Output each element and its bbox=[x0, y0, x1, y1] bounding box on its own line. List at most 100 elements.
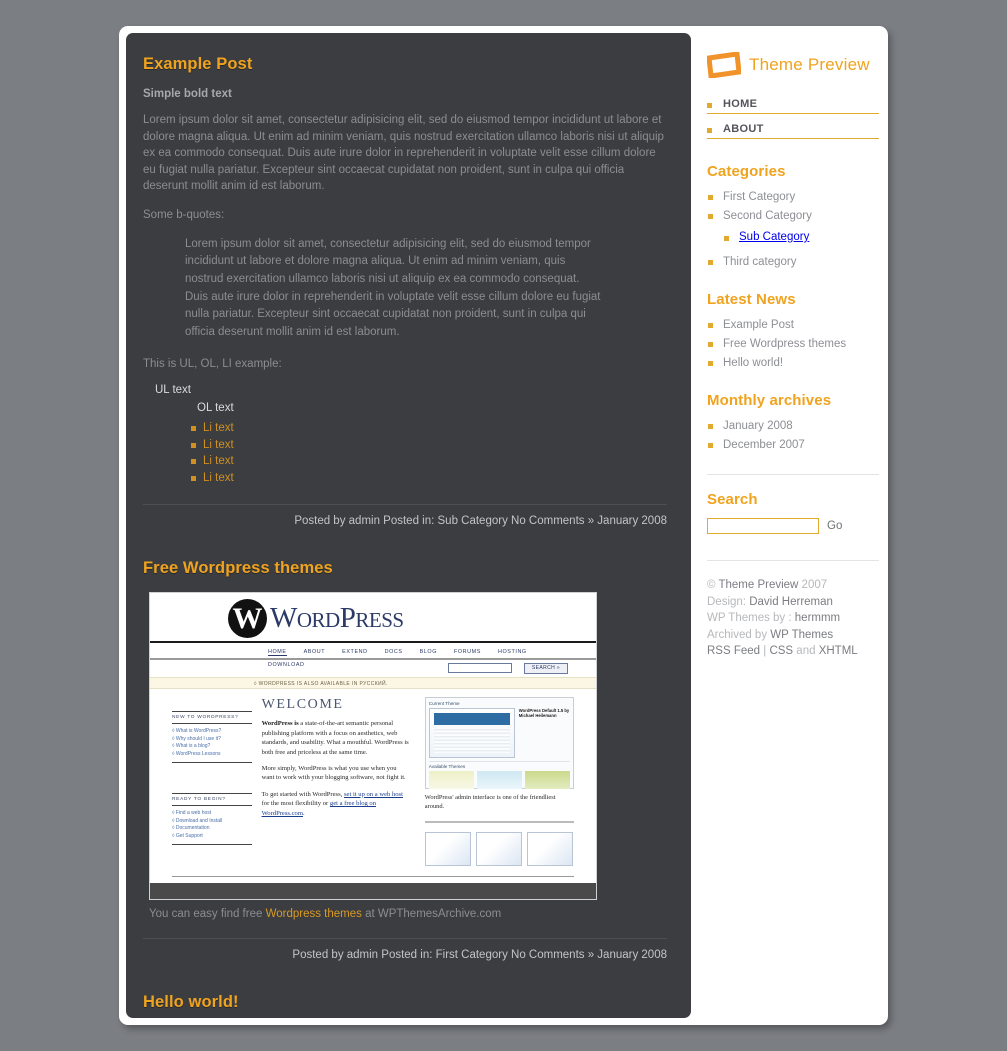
wp-theme-swatch bbox=[428, 771, 474, 790]
wp-link[interactable]: ◊ Documentation bbox=[172, 825, 252, 833]
wp-p3-b: for the most flexibility or bbox=[261, 800, 330, 808]
news-link[interactable]: Example Post bbox=[723, 319, 794, 331]
subcategory-link[interactable]: Sub Category bbox=[739, 231, 809, 243]
subcategories-list: Sub Category bbox=[707, 231, 879, 243]
wp-section-title: NEW TO WORDPRESS? bbox=[172, 711, 252, 725]
wp-search-button[interactable]: SEARCH » bbox=[524, 663, 568, 675]
wp-panel-title: Current Theme bbox=[428, 701, 460, 707]
search-input[interactable] bbox=[707, 518, 819, 534]
footer-line-5: RSS Feed | CSS and XHTML bbox=[707, 643, 879, 660]
wp-nav-item[interactable]: BLOG bbox=[420, 643, 437, 655]
post-meta: Posted by admin Posted in: First Categor… bbox=[292, 948, 667, 961]
footer-link-xhtml[interactable]: XHTML bbox=[819, 645, 858, 657]
nav-link[interactable]: HOME bbox=[723, 98, 757, 110]
wp-link[interactable]: ◊ Find a web host bbox=[172, 810, 252, 818]
wp-thumbnail bbox=[424, 831, 471, 866]
wordpress-screenshot: W WORDPRESS HOME ABOUT EXTEND DOCS BLOG FORUM… bbox=[149, 592, 597, 900]
divider bbox=[172, 875, 574, 877]
wp-nav-item[interactable]: HOME bbox=[268, 643, 287, 657]
categories-list: First Category Second Category bbox=[707, 190, 879, 223]
footer-link-theme-preview[interactable]: Theme Preview bbox=[718, 579, 798, 591]
category-link[interactable]: First Category bbox=[723, 191, 795, 203]
category-link[interactable]: Second Category bbox=[723, 210, 812, 222]
archive-link[interactable]: December 2007 bbox=[723, 439, 805, 451]
archive-link[interactable]: January 2008 bbox=[723, 420, 793, 432]
wp-admin-panel-thumb: Current Theme WordPress Default 1.5 by M… bbox=[424, 697, 574, 790]
list-item[interactable]: Li text bbox=[191, 470, 667, 487]
wp-paragraph-2: More simply, WordPress is what you use w… bbox=[261, 765, 406, 782]
search-go-button[interactable]: Go bbox=[827, 520, 842, 532]
section-heading-search: Search bbox=[707, 491, 758, 508]
list-item[interactable]: Li text bbox=[191, 437, 667, 454]
footer-text: © bbox=[707, 579, 719, 591]
categories-tail-list: Third category bbox=[707, 255, 879, 269]
sidebar: Theme Preview HOME ABOUT Categories Firs… bbox=[707, 52, 879, 660]
wp-paragraph-1: WordPress is a state-of-the-art semantic… bbox=[262, 719, 409, 757]
footer-link-css[interactable]: CSS bbox=[769, 645, 793, 657]
wp-theme-name: WordPress Default 1.5 by Michael Heilema… bbox=[518, 708, 570, 719]
wp-thumbnail-row bbox=[424, 820, 574, 866]
footer-link-rss[interactable]: RSS Feed bbox=[707, 645, 760, 657]
footer-text: and bbox=[793, 645, 819, 658]
wp-link[interactable]: ◊ Download and Install bbox=[172, 818, 252, 826]
divider bbox=[143, 504, 667, 506]
wp-link[interactable]: ◊ WordPress Lessons bbox=[172, 751, 252, 759]
divider bbox=[143, 937, 667, 939]
wp-p3-link-1[interactable]: set it up on a web host bbox=[344, 791, 403, 798]
wp-p3-a: To get started with WordPress, bbox=[261, 790, 344, 798]
nav-item-about[interactable]: ABOUT bbox=[707, 123, 879, 139]
wp-link[interactable]: ◊ What is a blog? bbox=[172, 743, 252, 751]
footer-link-designer[interactable]: David Herreman bbox=[749, 596, 833, 608]
wp-thumbnail bbox=[475, 831, 522, 866]
wp-middle-column: WELCOME WordPress is a state-of-the-art … bbox=[252, 697, 419, 865]
post-free-wordpress-themes: Free Wordpress themes W WORDPRESS HOME AB… bbox=[143, 559, 667, 962]
wordpress-logo-icon: W bbox=[228, 599, 267, 639]
post-paragraph: Lorem ipsum dolor sit amet, consectetur … bbox=[143, 114, 664, 193]
nav-link[interactable]: ABOUT bbox=[723, 123, 764, 135]
wp-nav-item[interactable]: FORUMS bbox=[454, 643, 481, 655]
wp-link[interactable]: ◊ Get Support bbox=[172, 833, 252, 841]
wp-available-themes-label: Available Themes bbox=[428, 761, 570, 769]
main-nav: HOME ABOUT bbox=[707, 98, 879, 139]
post-meta: Posted by admin Posted in: Sub Category … bbox=[294, 515, 667, 528]
post-title[interactable]: Hello world! bbox=[143, 993, 667, 1012]
wp-section-title: READY TO BEGIN? bbox=[172, 793, 252, 807]
wp-nav-item[interactable]: HOSTING bbox=[498, 643, 527, 655]
wp-nav-item[interactable]: EXTEND bbox=[342, 643, 367, 655]
wp-nav: HOME ABOUT EXTEND DOCS BLOG FORUMS HOSTINGDOWN… bbox=[150, 643, 596, 668]
screenshot-caption: You can easy find free Wordpress themes … bbox=[149, 908, 667, 920]
nav-item-home[interactable]: HOME bbox=[707, 98, 879, 114]
wp-left-column: NEW TO WORDPRESS? ◊ What is WordPress? ◊… bbox=[172, 697, 252, 865]
list-item[interactable]: Li text bbox=[191, 453, 667, 470]
brand[interactable]: Theme Preview bbox=[707, 52, 879, 78]
list-item: Hello world! bbox=[707, 356, 879, 370]
wp-link[interactable]: ◊ Why should I use it? bbox=[172, 736, 252, 744]
footer-text: Design: bbox=[707, 595, 750, 608]
section-heading-monthly-archives: Monthly archives bbox=[707, 392, 832, 409]
list-item: December 2007 bbox=[707, 438, 879, 452]
wp-nav-item[interactable]: DOCS bbox=[385, 643, 403, 655]
list-item[interactable]: Li text bbox=[191, 420, 667, 437]
post-title[interactable]: Example Post bbox=[143, 55, 667, 74]
post-title[interactable]: Free Wordpress themes bbox=[143, 559, 667, 578]
ol-text: OL text bbox=[197, 402, 234, 415]
wp-link[interactable]: ◊ What is WordPress? bbox=[172, 728, 252, 736]
theme-logo-icon bbox=[707, 52, 741, 78]
wp-search-input[interactable] bbox=[448, 663, 512, 674]
footer-link-wp-themes[interactable]: WP Themes bbox=[770, 629, 833, 641]
wp-notice-bar: ◊ WORDPRESS IS ALSO AVAILABLE IN РУССКИЙ… bbox=[150, 677, 596, 690]
divider bbox=[172, 844, 252, 846]
wordpress-themes-link[interactable]: Wordpress themes bbox=[266, 908, 362, 920]
footer-text: Archived by bbox=[707, 628, 771, 641]
list-item: January 2008 bbox=[707, 419, 879, 433]
footer-link-hermmm[interactable]: hermmm bbox=[795, 612, 840, 624]
news-link[interactable]: Free Wordpress themes bbox=[723, 338, 846, 350]
list-item: Second Category bbox=[707, 209, 879, 223]
wp-body: NEW TO WORDPRESS? ◊ What is WordPress? ◊… bbox=[150, 689, 596, 875]
news-link[interactable]: Hello world! bbox=[723, 357, 783, 369]
category-link[interactable]: Third category bbox=[723, 256, 797, 268]
list-item: Sub Category bbox=[723, 231, 879, 243]
ul-text: UL text bbox=[155, 384, 192, 397]
wp-nav-item[interactable]: ABOUT bbox=[304, 643, 326, 655]
wp-thumbnail bbox=[526, 831, 573, 866]
